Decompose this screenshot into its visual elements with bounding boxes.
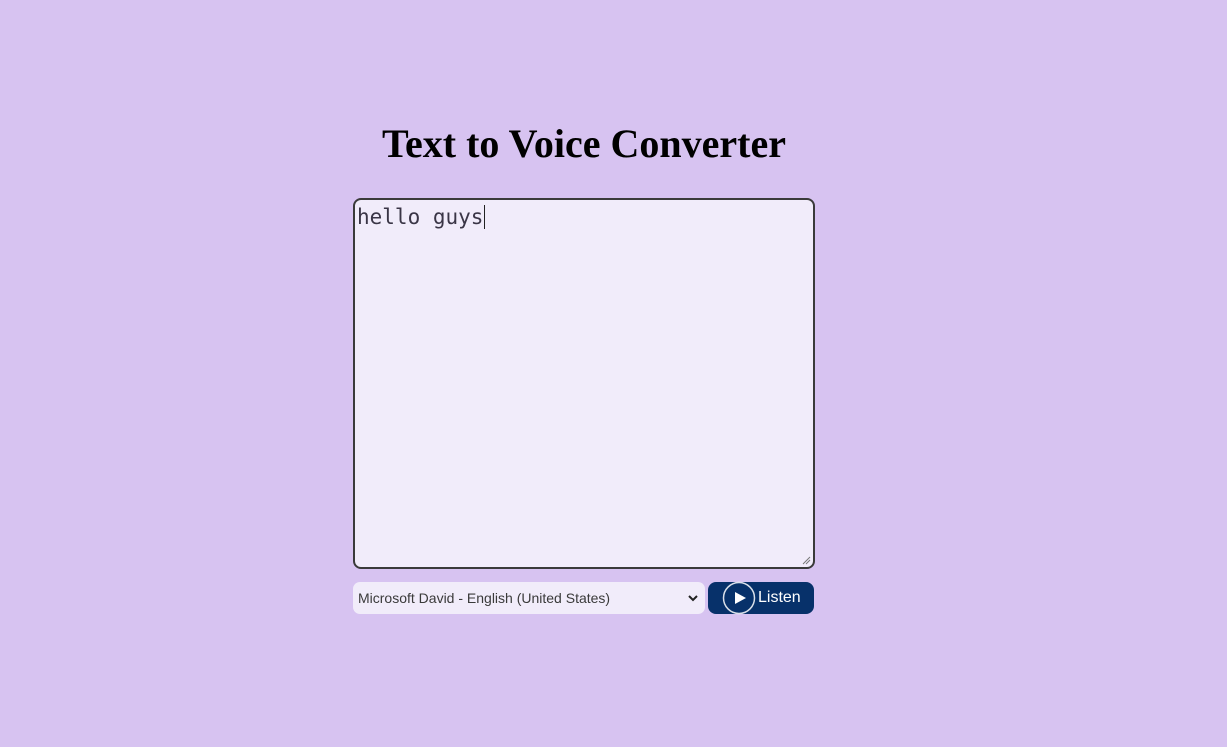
title-container: Text to Voice Converter — [353, 120, 815, 168]
play-icon — [722, 581, 756, 615]
resize-grip-icon[interactable] — [801, 555, 811, 565]
controls-row: Microsoft David - English (United States… — [353, 581, 815, 615]
chevron-down-icon — [688, 595, 698, 602]
page-title: Text to Voice Converter — [382, 121, 786, 166]
app-page: Text to Voice Converter hello guys Micro… — [0, 0, 1227, 747]
voice-select-value: Microsoft David - English (United States… — [358, 590, 611, 606]
text-input-value: hello guys — [357, 205, 484, 229]
listen-button[interactable]: Listen — [708, 581, 814, 615]
listen-button-label: Listen — [758, 589, 801, 606]
text-input-area[interactable]: hello guys — [353, 198, 815, 569]
voice-select[interactable]: Microsoft David - English (United States… — [353, 582, 705, 614]
text-caret — [484, 205, 486, 229]
